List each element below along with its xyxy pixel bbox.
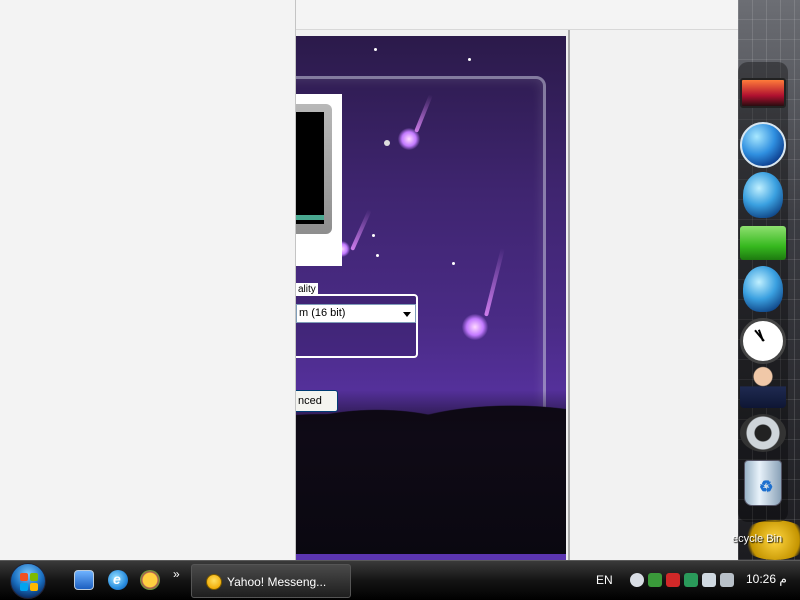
- meteor-head: [462, 314, 488, 340]
- star: [376, 254, 379, 257]
- color-quality-selected-value: m (16 bit): [299, 307, 346, 319]
- security-shield-tray-icon[interactable]: [666, 573, 680, 587]
- advanced-button[interactable]: nced: [296, 390, 338, 412]
- s-app-tray-icon[interactable]: [684, 573, 698, 587]
- internet-explorer-icon[interactable]: e: [108, 570, 128, 590]
- globe-icon[interactable]: [743, 266, 783, 312]
- star: [452, 262, 455, 265]
- wallpaper-preview: [296, 36, 566, 560]
- green-folder-icon[interactable]: [740, 226, 786, 260]
- monitor-preview: [296, 94, 342, 266]
- star: [374, 48, 377, 51]
- windows-start-button[interactable]: [10, 563, 46, 599]
- show-desktop-icon[interactable]: [74, 570, 94, 590]
- monitor-screen: [296, 112, 324, 224]
- wallpaper-thumbnail-icon[interactable]: [740, 78, 786, 108]
- monitor-taskbar-strip: [296, 215, 324, 220]
- recycle-bin-label[interactable]: ecycle Bin: [732, 533, 800, 545]
- star: [372, 234, 375, 237]
- desktop-dock: ♻: [738, 62, 790, 522]
- meteor-head: [398, 128, 420, 150]
- blank-window: [0, 0, 296, 560]
- document-tray-icon[interactable]: [702, 573, 716, 587]
- globe-icon[interactable]: [740, 122, 786, 168]
- star: [468, 58, 471, 61]
- color-quality-group-title: ality: [296, 283, 318, 296]
- volume-tray-icon[interactable]: [720, 573, 734, 587]
- taskbar-button-yahoo-messenger[interactable]: Yahoo! Messeng...: [191, 564, 351, 598]
- forest-silhouette: [296, 390, 566, 560]
- display-properties-panel: [296, 30, 570, 560]
- taskbar: e » Yahoo! Messeng... EN 10:26 م: [0, 560, 800, 600]
- messenger-icon[interactable]: [140, 570, 160, 590]
- user-icon[interactable]: [740, 366, 786, 408]
- background-window-header: [296, 0, 738, 30]
- monitor-bezel: [296, 104, 332, 234]
- globe-icon[interactable]: [743, 172, 783, 218]
- color-quality-select[interactable]: m (16 bit): [296, 304, 416, 323]
- taskbar-clock[interactable]: 10:26 م: [746, 572, 787, 586]
- language-indicator[interactable]: EN: [596, 573, 613, 587]
- taskbar-button-label: Yahoo! Messeng...: [227, 575, 327, 589]
- network-tray-icon[interactable]: [630, 573, 644, 587]
- quick-launch-chevron-icon[interactable]: »: [173, 567, 180, 581]
- chevron-down-icon[interactable]: [403, 312, 411, 317]
- analog-clock-icon[interactable]: [740, 318, 786, 364]
- recycle-bin-icon[interactable]: ♻: [744, 460, 782, 506]
- gear-icon[interactable]: [740, 414, 786, 452]
- windows-flag-icon: [20, 573, 38, 591]
- yahoo-messenger-smiley-icon: [206, 574, 222, 590]
- sparkle: [384, 140, 390, 146]
- recycle-symbol-icon: ♻: [759, 479, 774, 496]
- update-tray-icon[interactable]: [648, 573, 662, 587]
